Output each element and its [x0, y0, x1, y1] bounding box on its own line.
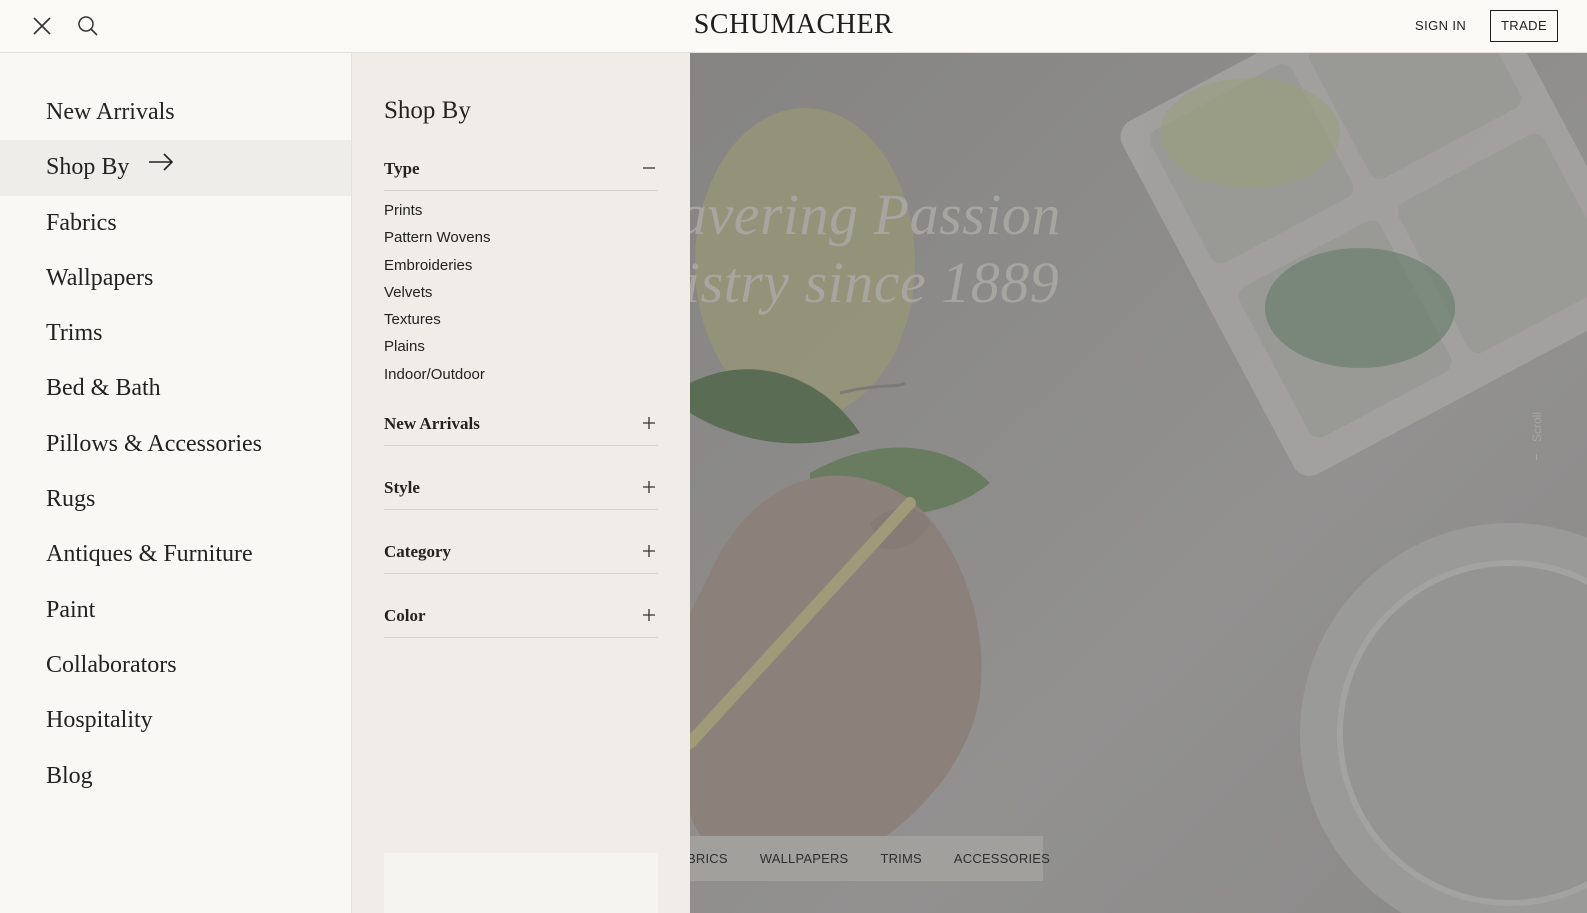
accordion-header-category[interactable]: Category	[384, 534, 658, 574]
menu-item-antiques-furniture[interactable]: Antiques & Furniture	[0, 527, 351, 582]
shop-by-submenu: Shop By Type Prints Pattern Wovens Embro…	[352, 53, 690, 913]
submenu-title: Shop By	[384, 97, 471, 124]
accordion-style: Style	[384, 470, 658, 510]
type-list: Prints Pattern Wovens Embroideries Velve…	[384, 191, 658, 388]
scroll-dash	[1536, 454, 1537, 460]
menu-item-rugs[interactable]: Rugs	[0, 472, 351, 527]
hero-section: avering Passion istry since 1889 Scroll …	[690, 53, 1587, 913]
type-link-pattern-wovens[interactable]: Pattern Wovens	[384, 224, 658, 251]
plus-icon[interactable]	[642, 608, 656, 622]
menu-item-new-arrivals[interactable]: New Arrivals	[0, 85, 351, 140]
trade-button[interactable]: TRADE	[1490, 10, 1558, 42]
scroll-label: Scroll	[1530, 412, 1544, 443]
sign-in-link[interactable]: SIGN IN	[1415, 18, 1466, 33]
site-header: SCHUMACHER SIGN IN TRADE	[0, 0, 1587, 53]
menu-item-wallpapers[interactable]: Wallpapers	[0, 251, 351, 306]
menu-item-trims[interactable]: Trims	[0, 306, 351, 361]
menu-item-label: Shop By	[46, 154, 130, 181]
accordion-label: Style	[384, 478, 420, 497]
menu-item-shop-by[interactable]: Shop By	[0, 138, 351, 196]
menu-item-pillows-accessories[interactable]: Pillows & Accessories	[0, 417, 351, 472]
type-link-embroideries[interactable]: Embroideries	[384, 252, 658, 279]
main-menu: New Arrivals Shop By Fabrics Wallpapers …	[0, 53, 352, 913]
hero-headline-line2: istry since 1889	[690, 250, 1060, 315]
submenu-promo-card	[384, 853, 658, 913]
plus-icon[interactable]	[642, 416, 656, 430]
plus-icon[interactable]	[642, 544, 656, 558]
type-link-textures[interactable]: Textures	[384, 306, 658, 333]
accordion-header-new-arrivals[interactable]: New Arrivals	[384, 406, 658, 446]
category-link-trims[interactable]: TRIMS	[880, 851, 921, 866]
menu-item-paint[interactable]: Paint	[0, 583, 351, 638]
accordion-header-color[interactable]: Color	[384, 598, 658, 638]
scroll-indicator[interactable]: Scroll	[1530, 398, 1544, 468]
type-link-prints[interactable]: Prints	[384, 197, 658, 224]
hero-headline-line1: avering Passion	[690, 182, 1061, 247]
menu-item-hospitality[interactable]: Hospitality	[0, 693, 351, 748]
accordion-label: New Arrivals	[384, 414, 480, 433]
menu-item-fabrics[interactable]: Fabrics	[0, 196, 351, 251]
type-link-velvets[interactable]: Velvets	[384, 279, 658, 306]
menu-item-blog[interactable]: Blog	[0, 749, 351, 804]
arrow-right-icon	[147, 138, 175, 193]
accordion-label: Color	[384, 606, 426, 625]
plus-icon[interactable]	[642, 480, 656, 494]
accordion-type: Type Prints Pattern Wovens Embroideries …	[384, 151, 658, 388]
accordion-label: Category	[384, 542, 452, 561]
type-link-indoor-outdoor[interactable]: Indoor/Outdoor	[384, 361, 658, 388]
category-link-wallpapers[interactable]: WALLPAPERS	[760, 851, 849, 866]
brand-logo[interactable]: SCHUMACHER	[0, 9, 1587, 41]
menu-item-collaborators[interactable]: Collaborators	[0, 638, 351, 693]
accordion-color: Color	[384, 598, 658, 638]
accordion-new-arrivals: New Arrivals	[384, 406, 658, 446]
type-link-plains[interactable]: Plains	[384, 333, 658, 360]
menu-item-bed-bath[interactable]: Bed & Bath	[0, 361, 351, 416]
accordion-header-style[interactable]: Style	[384, 470, 658, 510]
minus-icon[interactable]	[642, 161, 656, 175]
category-link-accessories[interactable]: ACCESSORIES	[954, 851, 1050, 866]
category-bar: BRICS WALLPAPERS TRIMS ACCESSORIES	[690, 836, 1050, 881]
accordion-header-type[interactable]: Type	[384, 151, 658, 191]
category-link-fabrics[interactable]: BRICS	[690, 851, 728, 866]
accordion-category: Category	[384, 534, 658, 574]
accordion-label: Type	[384, 159, 420, 178]
